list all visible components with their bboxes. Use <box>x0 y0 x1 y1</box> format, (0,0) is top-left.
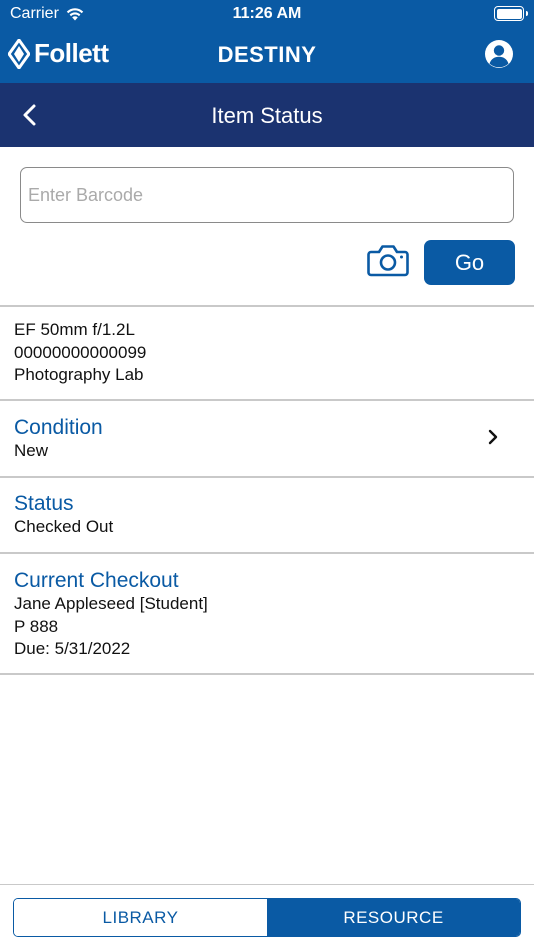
item-details: EF 50mm f/1.2L 00000000000099 Photograph… <box>14 319 514 387</box>
chevron-right-icon <box>488 429 498 445</box>
status-section: Status Checked Out <box>14 491 514 539</box>
item-name: EF 50mm f/1.2L <box>14 320 135 339</box>
checkout-label: Current Checkout <box>14 569 179 592</box>
item-barcode: 00000000000099 <box>14 342 147 362</box>
clock: 11:26 AM <box>232 5 302 22</box>
go-button[interactable]: Go <box>424 240 515 285</box>
divider <box>0 552 534 554</box>
divider <box>0 305 534 307</box>
condition-label: Condition <box>14 416 103 439</box>
camera-icon[interactable] <box>367 242 409 278</box>
tab-resource[interactable]: RESOURCE <box>267 899 520 936</box>
divider <box>0 673 534 675</box>
app-title: DESTINY <box>217 42 317 67</box>
checkout-patron-id: P 888 <box>14 616 59 636</box>
segmented-tabs: LIBRARY RESOURCE <box>13 898 521 937</box>
user-account-icon[interactable] <box>484 39 514 69</box>
divider <box>0 476 534 478</box>
status-value: Checked Out <box>14 517 114 536</box>
condition-section: Condition New <box>14 415 514 463</box>
item-location: Photography Lab <box>14 365 144 384</box>
checkout-patron: Jane Appleseed [Student] <box>14 594 208 613</box>
app-header: Carrier 11:26 AM Follett DESTINY <box>0 0 534 83</box>
battery-icon <box>494 6 528 21</box>
condition-value: New <box>14 441 49 460</box>
barcode-input[interactable] <box>20 167 514 223</box>
page-title: Item Status <box>211 103 323 128</box>
status-bar: Carrier 11:26 AM <box>0 0 534 28</box>
nav-bar: Item Status <box>0 83 534 147</box>
checkout-due-date: Due: 5/31/2022 <box>14 639 131 658</box>
tab-bar-divider <box>0 884 534 885</box>
status-label: Status <box>14 492 74 515</box>
tab-library[interactable]: LIBRARY <box>14 899 267 936</box>
checkout-section: Current Checkout Jane Appleseed [Student… <box>14 568 514 661</box>
